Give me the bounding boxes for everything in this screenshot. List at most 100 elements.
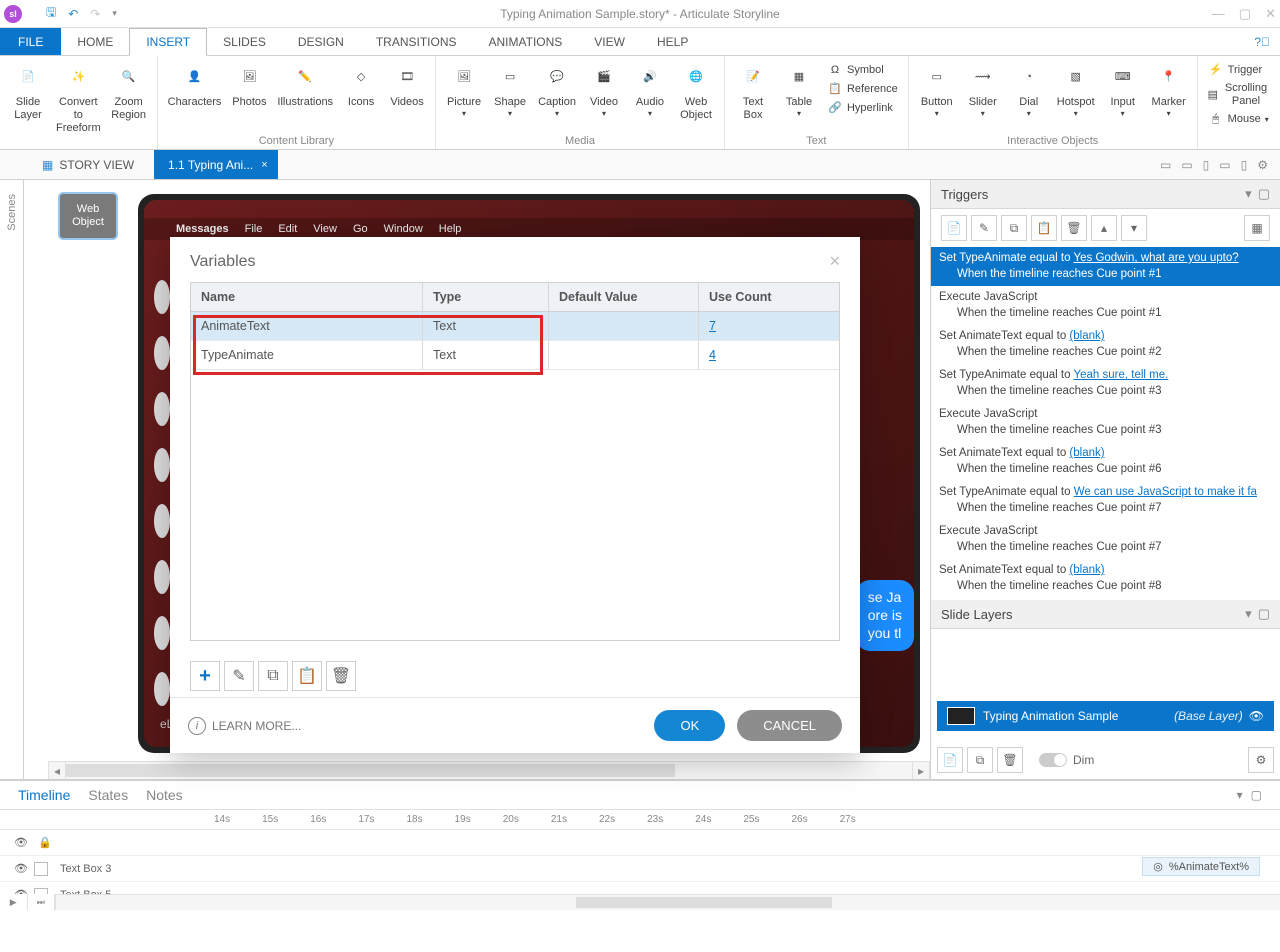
layer-settings-icon[interactable]: ⚙ bbox=[1248, 747, 1274, 773]
hyperlink-button[interactable]: 🔗Hyperlink bbox=[823, 100, 902, 118]
panel-popout-icon[interactable]: ▢ bbox=[1251, 788, 1262, 802]
help-icon[interactable]: ?⃝ bbox=[1244, 28, 1280, 55]
trigger-item[interactable]: Execute JavaScriptWhen the timeline reac… bbox=[931, 520, 1280, 559]
edit-variable-icon[interactable]: ✎ bbox=[224, 661, 254, 691]
characters-button[interactable]: 👤Characters bbox=[164, 60, 226, 133]
story-view-tab[interactable]: ▦ STORY VIEW bbox=[30, 150, 146, 179]
base-layer-row[interactable]: Typing Animation Sample (Base Layer) 👁 bbox=[937, 701, 1274, 731]
hotspot-button[interactable]: ▧Hotspot▾ bbox=[1053, 60, 1099, 133]
add-variable-icon[interactable]: + bbox=[190, 661, 220, 691]
panel-menu-icon[interactable]: ▾ bbox=[1245, 606, 1252, 622]
qat-dropdown-icon[interactable]: ▾ bbox=[112, 8, 117, 19]
shape-button[interactable]: ▭Shape▾ bbox=[488, 60, 532, 133]
variables-icon[interactable]: ▦ bbox=[1244, 215, 1270, 241]
new-trigger-icon[interactable]: 📄 bbox=[941, 215, 967, 241]
trigger-item[interactable]: Set AnimateText equal to (blank)When the… bbox=[931, 442, 1280, 481]
edit-trigger-icon[interactable]: ✎ bbox=[971, 215, 997, 241]
table-button[interactable]: ▦Table▾ bbox=[777, 60, 821, 133]
close-tab-icon[interactable]: × bbox=[261, 159, 267, 171]
textbox-button[interactable]: 📝Text Box bbox=[731, 60, 775, 133]
scenes-strip[interactable]: Scenes bbox=[0, 180, 24, 779]
illustrations-button[interactable]: ✏️Illustrations bbox=[273, 60, 337, 133]
tab-animations[interactable]: ANIMATIONS bbox=[473, 28, 579, 55]
marker-button[interactable]: 📍Marker▾ bbox=[1147, 60, 1191, 133]
tab-help[interactable]: HELP bbox=[641, 28, 704, 55]
trigger-item[interactable]: Set TypeAnimate equal to Yeah sure, tell… bbox=[931, 364, 1280, 403]
symbol-button[interactable]: ΩSymbol bbox=[823, 62, 902, 80]
photos-button[interactable]: 🖼Photos bbox=[227, 60, 271, 133]
delete-layer-icon[interactable]: 🗑 bbox=[997, 747, 1023, 773]
table-row[interactable]: AnimateTextText7 bbox=[191, 312, 839, 341]
canvas-hscroll[interactable]: ◂▸ bbox=[48, 761, 930, 779]
slide-thumbnail[interactable]: Web Object bbox=[60, 194, 116, 238]
tab-home[interactable]: HOME bbox=[61, 28, 129, 55]
learn-more-link[interactable]: i LEARN MORE... bbox=[188, 717, 301, 735]
timeline-hscroll[interactable]: ▶⏭ bbox=[0, 894, 1280, 910]
caption-button[interactable]: 💬Caption▾ bbox=[534, 60, 580, 133]
tab-transitions[interactable]: TRANSITIONS bbox=[360, 28, 473, 55]
device-desktop-icon[interactable]: ▭ bbox=[1160, 158, 1171, 172]
icons-button[interactable]: ◇Icons bbox=[339, 60, 383, 133]
tab-notes[interactable]: Notes bbox=[146, 787, 183, 803]
delete-trigger-icon[interactable]: 🗑 bbox=[1061, 215, 1087, 241]
scrolling-panel-button[interactable]: ▤Scrolling Panel bbox=[1204, 81, 1274, 109]
panel-menu-icon[interactable]: ▾ bbox=[1245, 186, 1252, 202]
save-icon[interactable]: 🖫 bbox=[46, 3, 56, 24]
zoom-region-button[interactable]: 🔍Zoom Region bbox=[107, 60, 151, 138]
tab-design[interactable]: DESIGN bbox=[282, 28, 360, 55]
video-button[interactable]: 🎬Video▾ bbox=[582, 60, 626, 133]
panel-popout-icon[interactable]: ▢ bbox=[1258, 606, 1270, 622]
delete-variable-icon[interactable]: 🗑 bbox=[326, 661, 356, 691]
trigger-item[interactable]: Execute JavaScriptWhen the timeline reac… bbox=[931, 403, 1280, 442]
tab-insert[interactable]: INSERT bbox=[129, 28, 207, 56]
trigger-item[interactable]: Set AnimateText equal to (blank)When the… bbox=[931, 559, 1280, 598]
trigger-item[interactable]: Set TypeAnimate equal to We can use Java… bbox=[931, 481, 1280, 520]
animate-text-box[interactable]: ◎ %AnimateText% bbox=[1142, 857, 1260, 876]
device-tablet-landscape-icon[interactable]: ▭ bbox=[1181, 158, 1192, 172]
audio-button[interactable]: 🔊Audio▾ bbox=[628, 60, 672, 133]
dialog-close-icon[interactable]: × bbox=[829, 251, 840, 272]
new-layer-icon[interactable]: 📄 bbox=[937, 747, 963, 773]
device-phone-landscape-icon[interactable]: ▭ bbox=[1219, 158, 1230, 172]
undo-icon[interactable]: ↶ bbox=[68, 7, 78, 21]
maximize-icon[interactable]: ▢ bbox=[1239, 6, 1251, 22]
slide-layer-button[interactable]: 📄Slide Layer bbox=[6, 60, 50, 138]
move-down-icon[interactable]: ▾ bbox=[1121, 215, 1147, 241]
videos-button[interactable]: 🎞Videos bbox=[385, 60, 429, 133]
table-row[interactable]: TypeAnimateText4 bbox=[191, 341, 839, 370]
trigger-list[interactable]: Set TypeAnimate equal to Yes Godwin, wha… bbox=[931, 247, 1280, 600]
move-up-icon[interactable]: ▴ bbox=[1091, 215, 1117, 241]
cancel-button[interactable]: CANCEL bbox=[737, 710, 842, 741]
tab-file[interactable]: FILE bbox=[0, 28, 61, 55]
trigger-item[interactable]: Set TypeAnimate equal to Yes Godwin, wha… bbox=[931, 247, 1280, 286]
panel-menu-icon[interactable]: ▾ bbox=[1237, 788, 1243, 802]
trigger-button[interactable]: ⚡Trigger bbox=[1204, 62, 1274, 80]
tab-slides[interactable]: SLIDES bbox=[207, 28, 282, 55]
slide-tab[interactable]: 1.1 Typing Ani... × bbox=[154, 150, 278, 179]
device-phone-portrait-icon[interactable]: ▯ bbox=[1241, 158, 1248, 172]
eye-icon[interactable]: 👁 bbox=[0, 836, 30, 849]
button-button[interactable]: ▭Button▾ bbox=[915, 60, 959, 133]
slider-button[interactable]: ⟿Slider▾ bbox=[961, 60, 1005, 133]
panel-popout-icon[interactable]: ▢ bbox=[1258, 186, 1270, 202]
device-tablet-portrait-icon[interactable]: ▯ bbox=[1203, 158, 1210, 172]
play-controls[interactable]: ▶⏭ bbox=[0, 894, 56, 910]
ok-button[interactable]: OK bbox=[654, 710, 725, 741]
dim-toggle[interactable]: Dim bbox=[1039, 753, 1094, 767]
mouse-button[interactable]: 🖱Mouse▾ bbox=[1204, 110, 1274, 128]
duplicate-layer-icon[interactable]: ⧉ bbox=[967, 747, 993, 773]
close-icon[interactable]: ✕ bbox=[1265, 6, 1276, 22]
reference-button[interactable]: 📋Reference bbox=[823, 81, 902, 99]
paste-variable-icon[interactable]: 📋 bbox=[292, 661, 322, 691]
gear-icon[interactable]: ⚙ bbox=[1257, 158, 1268, 172]
paste-trigger-icon[interactable]: 📋 bbox=[1031, 215, 1057, 241]
timeline-row[interactable]: 👁Text Box 3 bbox=[0, 856, 1280, 882]
trigger-item[interactable]: Execute JavaScriptWhen the timeline reac… bbox=[931, 286, 1280, 325]
dial-button[interactable]: ◔Dial▾ bbox=[1007, 60, 1051, 133]
webobject-button[interactable]: 🌐Web Object bbox=[674, 60, 718, 133]
input-button[interactable]: ⌨Input▾ bbox=[1101, 60, 1145, 133]
lock-icon[interactable]: 🔒 bbox=[30, 836, 60, 849]
tab-view[interactable]: VIEW bbox=[578, 28, 641, 55]
redo-icon[interactable]: ↷ bbox=[90, 7, 100, 21]
copy-variable-icon[interactable]: ⧉ bbox=[258, 661, 288, 691]
